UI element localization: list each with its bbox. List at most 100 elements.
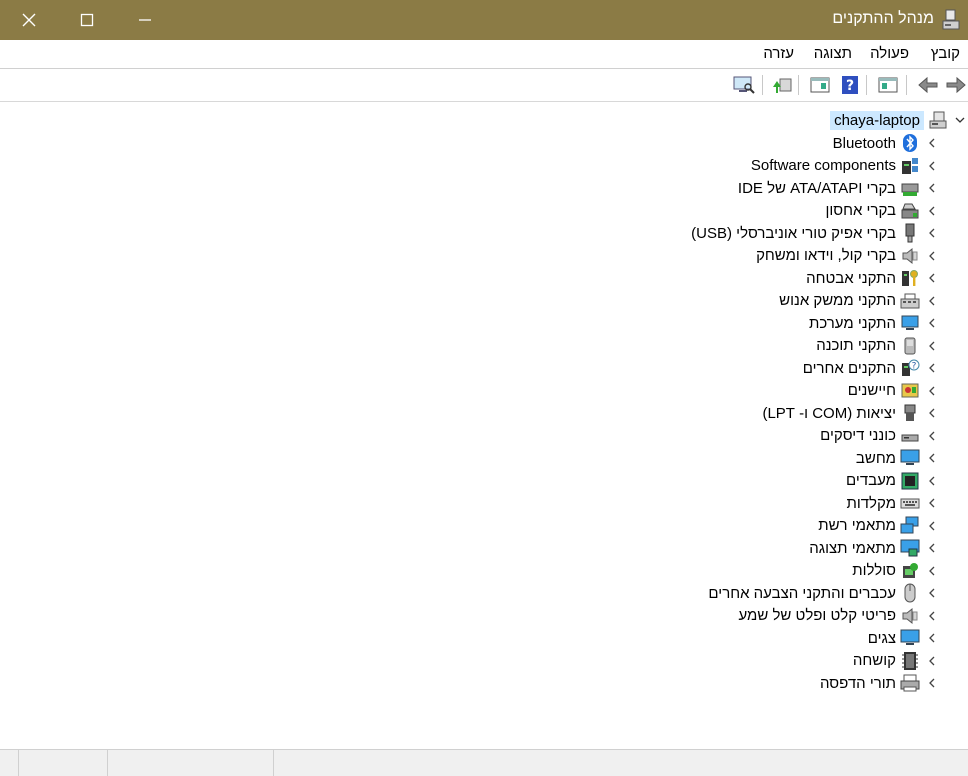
status-divider	[107, 750, 108, 776]
properties-pane-icon	[810, 77, 830, 93]
menu-help[interactable]: עזרה	[763, 45, 794, 62]
tree-item[interactable]: צגים	[868, 627, 940, 649]
title-bar: מנהל ההתקנים	[0, 0, 968, 40]
expand-chevron-icon[interactable]	[924, 360, 940, 376]
expand-chevron-icon[interactable]	[924, 585, 940, 601]
tree-item[interactable]: בקרי קול, וידאו ומשחק	[756, 245, 940, 267]
tree-item[interactable]: מעבדים	[846, 470, 940, 492]
tree-item[interactable]: התקני אבטחה	[806, 267, 940, 289]
help-button[interactable]: ?	[838, 73, 862, 97]
expand-chevron-icon[interactable]	[924, 383, 940, 399]
tree-item-label: Bluetooth	[832, 134, 896, 152]
tree-item[interactable]: חיישנים	[848, 380, 940, 402]
expand-chevron-icon[interactable]	[924, 495, 940, 511]
minimize-button[interactable]	[116, 0, 174, 40]
expand-chevron-icon[interactable]	[924, 450, 940, 466]
tree-item[interactable]: מחשב	[856, 447, 940, 469]
tree-item[interactable]: בקרי אחסון	[825, 200, 940, 222]
expand-chevron-icon[interactable]	[924, 135, 940, 151]
tree-item[interactable]: התקני תוכנה	[816, 335, 940, 357]
expand-chevron-icon[interactable]	[924, 608, 940, 624]
keyboard-icon	[900, 493, 920, 513]
back-button[interactable]	[916, 73, 940, 97]
expand-chevron-icon[interactable]	[924, 203, 940, 219]
expand-chevron-icon[interactable]	[924, 675, 940, 691]
status-bar	[0, 749, 968, 776]
expand-chevron-icon[interactable]	[924, 225, 940, 241]
tree-item[interactable]: מתאמי תצוגה	[809, 537, 940, 559]
tree-item[interactable]: מקלדות	[846, 492, 940, 514]
tree-item-label: Software components	[750, 157, 896, 174]
speaker-icon	[900, 246, 920, 266]
menu-action[interactable]: פעולה	[870, 45, 909, 62]
expand-chevron-icon[interactable]	[924, 270, 940, 286]
tree-item[interactable]: ? התקנים אחרים	[803, 357, 940, 379]
expand-chevron-icon[interactable]	[924, 518, 940, 534]
tree-item-label: התקני מערכת	[808, 314, 896, 332]
back-arrow-icon	[918, 76, 938, 94]
tree-item-label: התקנים אחרים	[802, 359, 896, 377]
tree-item[interactable]: יציאות (COM ו- LPT)	[762, 402, 940, 424]
mouse-icon	[900, 583, 920, 603]
tree-item[interactable]: סוללות	[852, 560, 940, 582]
close-button[interactable]	[0, 0, 58, 40]
tree-item-label: התקני ממשק אנוש	[779, 292, 896, 309]
tree-item[interactable]: בקרי ATA/ATAPI של IDE	[738, 177, 940, 199]
update-driver-button[interactable]	[770, 73, 794, 97]
tree-item-label: מחשב	[855, 449, 896, 467]
help-icon: ?	[842, 76, 858, 94]
status-divider	[18, 750, 19, 776]
toolbar-separator	[866, 75, 867, 95]
tree-item-label: סוללות	[852, 562, 896, 579]
expand-chevron-icon[interactable]	[924, 653, 940, 669]
forward-button[interactable]	[944, 73, 968, 97]
scan-hardware-changes-button[interactable]	[732, 73, 756, 97]
computer-icon	[900, 448, 920, 468]
tree-item-label: מקלדות	[846, 494, 896, 512]
tree-item-label: בקרי אחסון	[825, 202, 896, 219]
tree-item[interactable]: עכברים והתקני הצבעה אחרים	[708, 582, 940, 604]
expand-chevron-icon[interactable]	[924, 293, 940, 309]
expand-chevron-icon[interactable]	[924, 315, 940, 331]
tree-item[interactable]: בקרי אפיק טורי אוניברסלי (USB)	[691, 222, 940, 244]
tree-item[interactable]: התקני מערכת	[809, 312, 940, 334]
software-components-icon	[900, 156, 920, 176]
status-divider	[273, 750, 274, 776]
expand-chevron-icon[interactable]	[924, 248, 940, 264]
maximize-button[interactable]	[58, 0, 116, 40]
tree-root[interactable]: chaya-laptop	[830, 109, 968, 131]
tree-item[interactable]: Software components	[751, 155, 940, 177]
expand-chevron-icon[interactable]	[924, 630, 940, 646]
expand-chevron-icon[interactable]	[924, 405, 940, 421]
expand-chevron-down-icon[interactable]	[952, 112, 968, 128]
tree-item-label: מתאמי רשת	[818, 517, 896, 534]
tree-item[interactable]: פריטי קלט ופלט של שמע	[738, 605, 940, 627]
show-hide-console-tree-button[interactable]	[876, 73, 900, 97]
svg-text:?: ?	[912, 362, 917, 372]
tree-item[interactable]: תורי הדפסה	[820, 672, 940, 694]
tree-item-label: מתאמי תצוגה	[809, 539, 896, 557]
tree-item[interactable]: קושחה	[853, 650, 940, 672]
forward-arrow-icon	[946, 76, 966, 94]
expand-chevron-icon[interactable]	[924, 158, 940, 174]
tree-item[interactable]: כונני דיסקים	[820, 425, 940, 447]
menu-bar: קובץ פעולה תצוגה עזרה	[0, 40, 968, 69]
properties-pane-button[interactable]	[808, 73, 832, 97]
security-device-icon	[900, 268, 920, 288]
expand-chevron-icon[interactable]	[924, 473, 940, 489]
bluetooth-icon	[900, 133, 920, 153]
expand-chevron-icon[interactable]	[924, 540, 940, 556]
menu-view[interactable]: תצוגה	[814, 45, 852, 62]
menu-file[interactable]: קובץ	[931, 45, 960, 62]
console-tree-icon	[878, 77, 898, 93]
expand-chevron-icon[interactable]	[924, 428, 940, 444]
tree-item-label: בקרי אפיק טורי אוניברסלי (USB)	[691, 224, 896, 242]
tree-item[interactable]: Bluetooth	[833, 132, 940, 154]
tree-item[interactable]: התקני ממשק אנוש	[779, 290, 940, 312]
device-tree: chaya-laptop Bluetooth Software component…	[0, 105, 968, 745]
expand-chevron-icon[interactable]	[924, 563, 940, 579]
tree-item[interactable]: מתאמי רשת	[818, 515, 940, 537]
audio-io-icon	[900, 606, 920, 626]
expand-chevron-icon[interactable]	[924, 180, 940, 196]
expand-chevron-icon[interactable]	[924, 338, 940, 354]
